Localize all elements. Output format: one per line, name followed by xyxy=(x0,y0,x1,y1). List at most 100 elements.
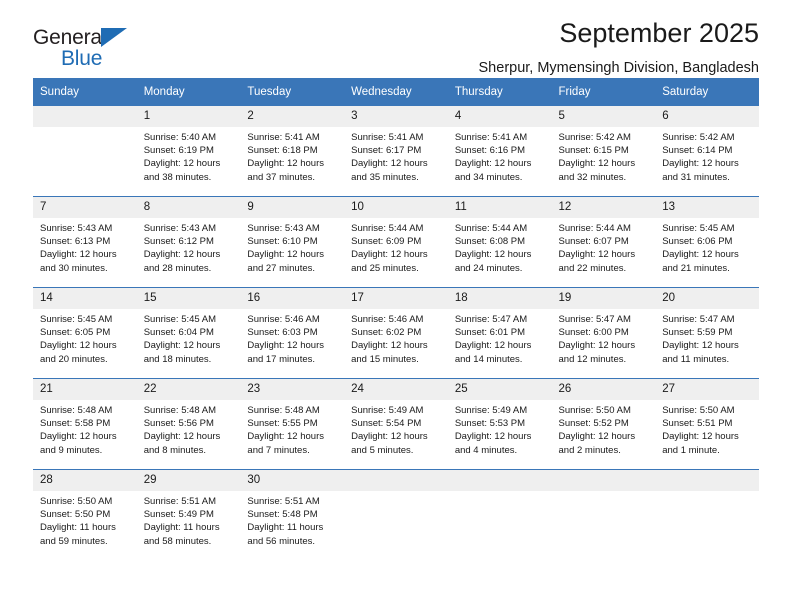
sunset-text: Sunset: 6:06 PM xyxy=(662,236,733,248)
daylight-text-line1: Daylight: 11 hours xyxy=(143,522,220,534)
sunrise-text: Sunrise: 5:42 AM xyxy=(662,132,735,143)
day-details: Sunrise: 5:41 AM Sunset: 6:18 PM Daylight:… xyxy=(240,127,344,184)
daylight-text-line1: Daylight: 12 hours xyxy=(558,158,636,170)
day-cell[interactable]: 30 Sunrise: 5:51 AM Sunset: 5:48 PM Dayligh… xyxy=(240,469,345,560)
sunrise-text: Sunrise: 5:48 AM xyxy=(247,405,320,416)
daylight-text-line2: and 18 minutes. xyxy=(143,353,212,365)
day-cell[interactable]: 1 Sunrise: 5:40 AM Sunset: 6:19 PM Daylight… xyxy=(136,106,241,197)
daylight-text-line1: Daylight: 12 hours xyxy=(40,249,117,261)
sunset-text: Sunset: 6:01 PM xyxy=(454,327,526,339)
daylight-text-line2: and 56 minutes. xyxy=(247,535,316,547)
sunrise-text: Sunrise: 5:46 AM xyxy=(351,314,424,325)
day-cell[interactable]: 11 Sunrise: 5:44 AM Sunset: 6:08 PM Dayligh… xyxy=(447,196,552,288)
day-number: 17 xyxy=(344,288,448,309)
day-cell-empty xyxy=(344,469,448,560)
day-details: Sunrise: 5:47 AM Sunset: 5:59 PM Daylight:… xyxy=(655,309,759,366)
sunrise-text: Sunrise: 5:46 AM xyxy=(247,314,320,325)
sunset-text: Sunset: 5:52 PM xyxy=(558,418,629,430)
day-cell[interactable]: 20 Sunrise: 5:47 AM Sunset: 5:59 PM Dayligh… xyxy=(655,287,759,379)
weekday-header-monday: Monday xyxy=(136,78,241,106)
day-cell[interactable]: 12 Sunrise: 5:44 AM Sunset: 6:07 PM Dayligh… xyxy=(551,196,656,288)
day-number: 15 xyxy=(136,288,241,309)
day-cell[interactable]: 22 Sunrise: 5:48 AM Sunset: 5:56 PM Dayligh… xyxy=(136,378,241,470)
day-cell[interactable]: 6 Sunrise: 5:42 AM Sunset: 6:14 PM Daylight… xyxy=(655,106,759,197)
day-number: 10 xyxy=(344,197,448,218)
day-cell[interactable]: 29 Sunrise: 5:51 AM Sunset: 5:49 PM Dayligh… xyxy=(136,469,241,560)
day-cell-empty xyxy=(655,469,759,560)
day-cell[interactable]: 23 Sunrise: 5:48 AM Sunset: 5:55 PM Dayligh… xyxy=(240,378,345,470)
day-number xyxy=(655,470,759,491)
day-cell[interactable]: 14 Sunrise: 5:45 AM Sunset: 6:05 PM Dayligh… xyxy=(33,287,137,379)
day-cell[interactable]: 9 Sunrise: 5:43 AM Sunset: 6:10 PM Daylight… xyxy=(240,196,345,288)
daylight-text-line2: and 7 minutes. xyxy=(247,444,310,456)
calendar-page: General Blue September 2025 Sherpur, Mym… xyxy=(0,0,792,612)
day-details: Sunrise: 5:44 AM Sunset: 6:07 PM Daylight:… xyxy=(552,218,656,275)
daylight-text-line1: Daylight: 12 hours xyxy=(558,249,636,261)
sunset-text: Sunset: 5:48 PM xyxy=(247,509,318,521)
day-cell[interactable]: 28 Sunrise: 5:50 AM Sunset: 5:50 PM Dayligh… xyxy=(33,469,137,560)
weekday-header-friday: Friday xyxy=(551,78,656,106)
day-details: Sunrise: 5:45 AM Sunset: 6:06 PM Daylight:… xyxy=(655,218,759,275)
sunrise-text: Sunrise: 5:49 AM xyxy=(351,405,424,416)
day-cell[interactable]: 17 Sunrise: 5:46 AM Sunset: 6:02 PM Dayligh… xyxy=(344,287,448,379)
day-details: Sunrise: 5:51 AM Sunset: 5:49 PM Daylight:… xyxy=(137,491,241,548)
day-cell[interactable]: 16 Sunrise: 5:46 AM Sunset: 6:03 PM Dayligh… xyxy=(240,287,345,379)
sunrise-text: Sunrise: 5:45 AM xyxy=(662,223,735,234)
daylight-text-line1: Daylight: 12 hours xyxy=(454,158,532,170)
day-number: 19 xyxy=(551,288,656,309)
day-cell[interactable]: 19 Sunrise: 5:47 AM Sunset: 6:00 PM Dayligh… xyxy=(551,287,656,379)
day-cell[interactable]: 7 Sunrise: 5:43 AM Sunset: 6:13 PM Daylight… xyxy=(33,196,137,288)
daylight-text-line2: and 22 minutes. xyxy=(558,262,627,274)
sunset-text: Sunset: 5:56 PM xyxy=(143,418,214,430)
day-cell[interactable]: 21 Sunrise: 5:48 AM Sunset: 5:58 PM Dayligh… xyxy=(33,378,137,470)
sunset-text: Sunset: 5:49 PM xyxy=(143,509,214,521)
day-number: 25 xyxy=(447,379,552,400)
daylight-text-line2: and 5 minutes. xyxy=(351,444,414,456)
day-cell[interactable]: 3 Sunrise: 5:41 AM Sunset: 6:17 PM Daylight… xyxy=(344,106,448,197)
weekday-header-thursday: Thursday xyxy=(447,78,552,106)
day-number: 3 xyxy=(344,106,448,127)
sunset-text: Sunset: 6:13 PM xyxy=(40,236,111,248)
sunrise-text: Sunrise: 5:51 AM xyxy=(247,496,320,507)
sunset-text: Sunset: 6:18 PM xyxy=(247,145,318,157)
daylight-text-line1: Daylight: 12 hours xyxy=(351,340,428,352)
day-details: Sunrise: 5:45 AM Sunset: 6:04 PM Daylight:… xyxy=(137,309,241,366)
daylight-text-line1: Daylight: 12 hours xyxy=(247,431,324,443)
generalblue-logo[interactable]: General Blue xyxy=(33,26,233,76)
daylight-text-line2: and 14 minutes. xyxy=(454,353,523,365)
day-details: Sunrise: 5:51 AM Sunset: 5:48 PM Daylight:… xyxy=(240,491,344,548)
sunrise-text: Sunrise: 5:43 AM xyxy=(143,223,217,234)
daylight-text-line2: and 34 minutes. xyxy=(454,171,523,183)
day-cell[interactable]: 24 Sunrise: 5:49 AM Sunset: 5:54 PM Dayligh… xyxy=(344,378,448,470)
day-cell[interactable]: 13 Sunrise: 5:45 AM Sunset: 6:06 PM Dayligh… xyxy=(655,196,759,288)
day-details: Sunrise: 5:48 AM Sunset: 5:58 PM Daylight:… xyxy=(33,400,137,457)
day-number: 7 xyxy=(33,197,137,218)
day-cell[interactable]: 5 Sunrise: 5:42 AM Sunset: 6:15 PM Daylight… xyxy=(551,106,656,197)
day-cell[interactable]: 4 Sunrise: 5:41 AM Sunset: 6:16 PM Daylight… xyxy=(447,106,552,197)
day-details: Sunrise: 5:40 AM Sunset: 6:19 PM Daylight:… xyxy=(137,127,241,184)
day-cell[interactable]: 18 Sunrise: 5:47 AM Sunset: 6:01 PM Dayligh… xyxy=(447,287,552,379)
sunrise-text: Sunrise: 5:47 AM xyxy=(662,314,735,325)
day-cell[interactable]: 2 Sunrise: 5:41 AM Sunset: 6:18 PM Daylight… xyxy=(240,106,345,197)
sunset-text: Sunset: 6:00 PM xyxy=(558,327,629,339)
weekday-header-row: Sunday Monday Tuesday Wednesday Thursday… xyxy=(33,78,759,106)
sunset-text: Sunset: 5:53 PM xyxy=(454,418,526,430)
sunrise-text: Sunrise: 5:44 AM xyxy=(558,223,631,234)
sunset-text: Sunset: 6:09 PM xyxy=(351,236,422,248)
day-number: 11 xyxy=(447,197,552,218)
daylight-text-line1: Daylight: 12 hours xyxy=(558,431,636,443)
day-number xyxy=(344,470,448,491)
page-title: September 2025 xyxy=(559,18,759,48)
daylight-text-line2: and 31 minutes. xyxy=(662,171,730,183)
day-cell[interactable]: 26 Sunrise: 5:50 AM Sunset: 5:52 PM Dayligh… xyxy=(551,378,656,470)
day-cell[interactable]: 8 Sunrise: 5:43 AM Sunset: 6:12 PM Daylight… xyxy=(136,196,241,288)
daylight-text-line2: and 20 minutes. xyxy=(40,353,108,365)
weekday-header-wednesday: Wednesday xyxy=(344,78,448,106)
day-cell[interactable]: 27 Sunrise: 5:50 AM Sunset: 5:51 PM Dayligh… xyxy=(655,378,759,470)
day-cell[interactable]: 10 Sunrise: 5:44 AM Sunset: 6:09 PM Dayligh… xyxy=(344,196,448,288)
day-details: Sunrise: 5:49 AM Sunset: 5:53 PM Daylight:… xyxy=(448,400,552,457)
day-cell[interactable]: 15 Sunrise: 5:45 AM Sunset: 6:04 PM Dayligh… xyxy=(136,287,241,379)
daylight-text-line1: Daylight: 11 hours xyxy=(40,522,116,534)
sunset-text: Sunset: 6:05 PM xyxy=(40,327,111,339)
day-cell[interactable]: 25 Sunrise: 5:49 AM Sunset: 5:53 PM Dayligh… xyxy=(447,378,552,470)
